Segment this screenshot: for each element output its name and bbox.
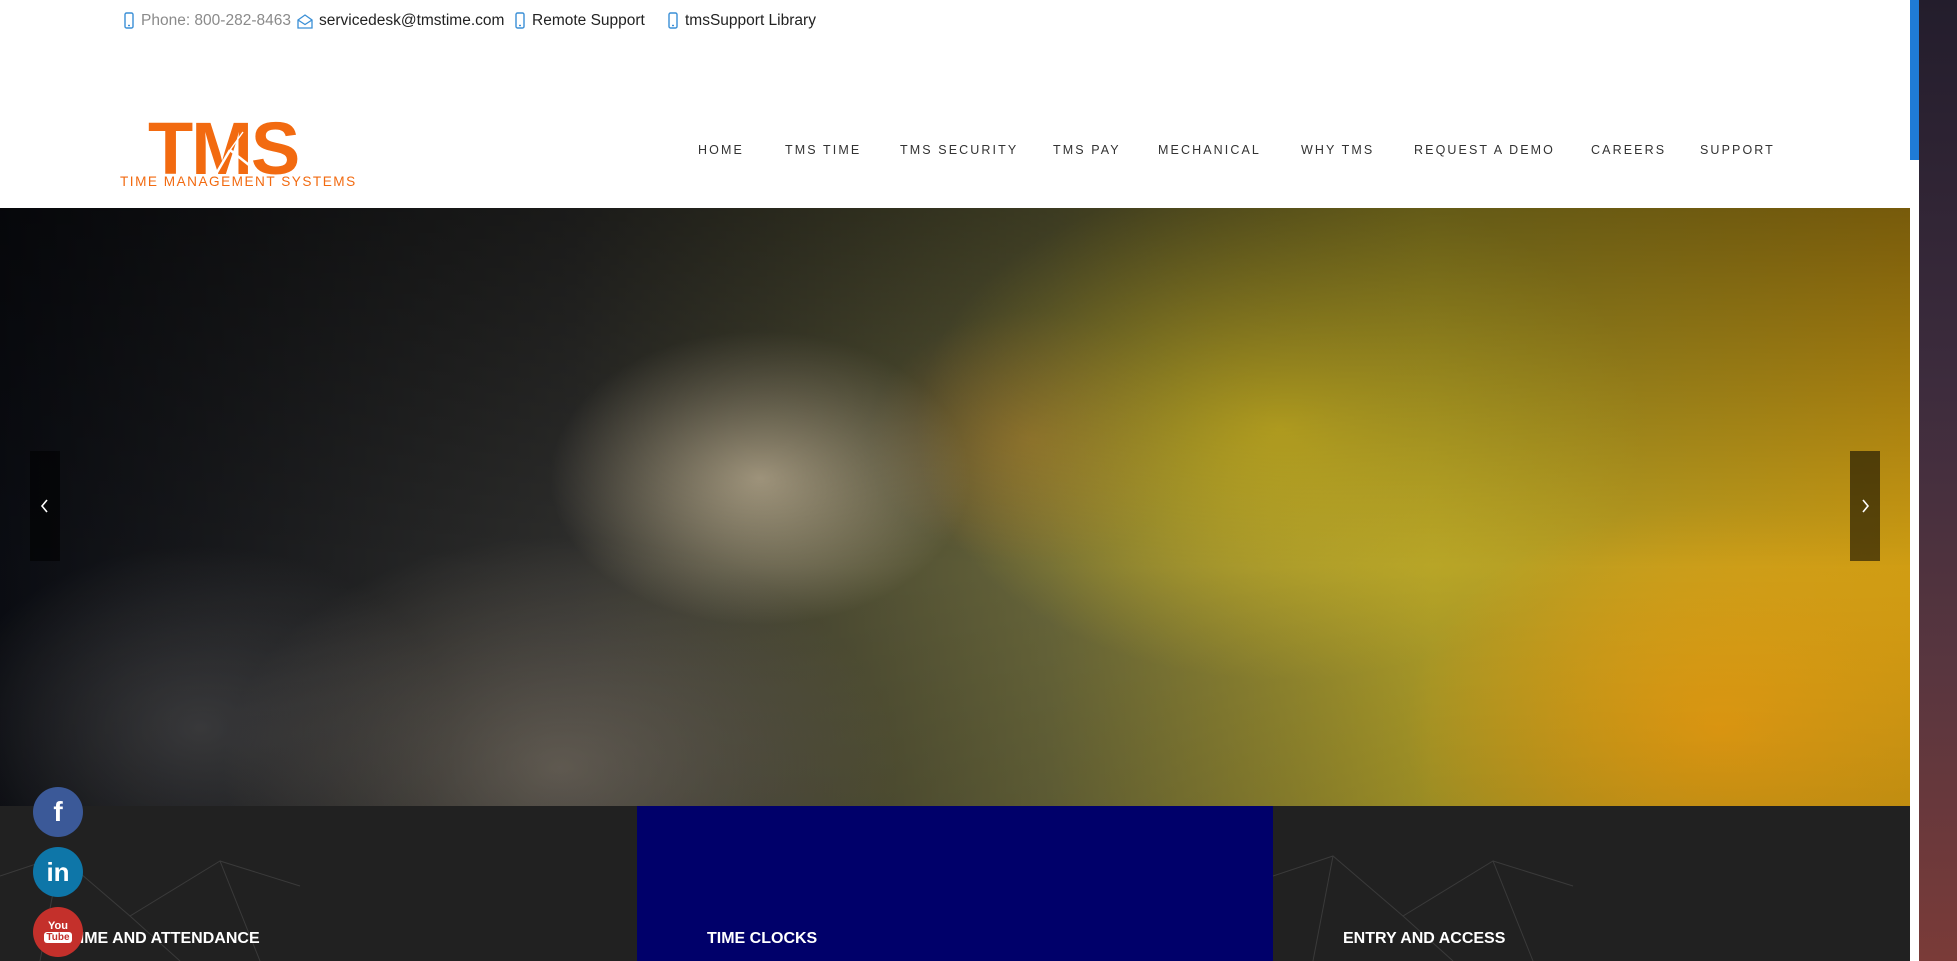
nav-request-demo[interactable]: REQUEST A DEMO bbox=[1414, 143, 1555, 157]
feature-panel-time-clocks[interactable]: TIME CLOCKS bbox=[637, 806, 1273, 961]
email-text: servicedesk@tmstime.com bbox=[319, 12, 505, 29]
phone-text: Phone: 800-282-8463 bbox=[141, 12, 291, 29]
facebook-button[interactable]: f bbox=[33, 787, 83, 837]
nav-tms-time[interactable]: TMS TIME bbox=[785, 143, 861, 157]
site-logo[interactable]: TMS TIME MANAGEMENT SYSTEMS bbox=[118, 107, 376, 192]
facebook-icon: f bbox=[53, 796, 63, 827]
chevron-left-icon bbox=[40, 499, 48, 513]
email-link[interactable]: servicedesk@tmstime.com bbox=[296, 11, 504, 31]
support-library-text: tmsSupport Library bbox=[685, 12, 816, 29]
scrollbar-thumb[interactable] bbox=[1910, 0, 1919, 160]
nav-tms-security[interactable]: TMS SECURITY bbox=[900, 143, 1018, 157]
hero-image bbox=[0, 208, 1910, 806]
background-window bbox=[1919, 0, 1957, 961]
slider-next-button[interactable] bbox=[1850, 451, 1880, 561]
svg-text:TIME MANAGEMENT SYSTEMS: TIME MANAGEMENT SYSTEMS bbox=[120, 174, 357, 189]
envelope-icon bbox=[297, 14, 313, 29]
phone-link[interactable]: Phone: 800-282-8463 bbox=[122, 11, 291, 31]
remote-support-link[interactable]: Remote Support bbox=[513, 11, 645, 31]
nav-mechanical[interactable]: MECHANICAL bbox=[1158, 143, 1261, 157]
linkedin-icon: in bbox=[46, 856, 70, 887]
feature-title: ENTRY AND ACCESS bbox=[1343, 930, 1506, 947]
remote-support-text: Remote Support bbox=[532, 12, 645, 29]
phone-icon bbox=[124, 12, 134, 29]
slider-prev-button[interactable] bbox=[30, 451, 60, 561]
feature-strip: TIME AND ATTENDANCE TIME CLOCKS ENTRY AN… bbox=[0, 806, 1910, 961]
feature-panel-entry-access[interactable]: ENTRY AND ACCESS bbox=[1273, 806, 1910, 961]
youtube-icon-top: You bbox=[48, 920, 68, 932]
nav-why-tms[interactable]: WHY TMS bbox=[1301, 143, 1374, 157]
tms-logo-mark: TMS TIME MANAGEMENT SYSTEMS bbox=[120, 107, 357, 190]
monitor-icon bbox=[515, 12, 525, 29]
support-library-link[interactable]: tmsSupport Library bbox=[666, 11, 816, 31]
feature-title: TIME CLOCKS bbox=[707, 930, 818, 947]
hero-slider bbox=[0, 208, 1910, 806]
nav-home[interactable]: HOME bbox=[698, 143, 744, 157]
contact-bar: Phone: 800-282-8463 servicedesk@tmstime.… bbox=[0, 0, 1910, 40]
linkedin-button[interactable]: in bbox=[33, 847, 83, 897]
feature-title: TIME AND ATTENDANCE bbox=[70, 930, 260, 947]
feature-panel-time-attendance[interactable]: TIME AND ATTENDANCE bbox=[0, 806, 637, 961]
nav-careers[interactable]: CAREERS bbox=[1591, 143, 1666, 157]
nav-support[interactable]: SUPPORT bbox=[1700, 143, 1775, 157]
book-icon bbox=[668, 12, 678, 29]
chevron-right-icon bbox=[1862, 499, 1870, 513]
nav-tms-pay[interactable]: TMS PAY bbox=[1053, 143, 1121, 157]
youtube-button[interactable]: You Tube bbox=[33, 907, 83, 957]
youtube-icon-bottom: Tube bbox=[44, 932, 72, 943]
